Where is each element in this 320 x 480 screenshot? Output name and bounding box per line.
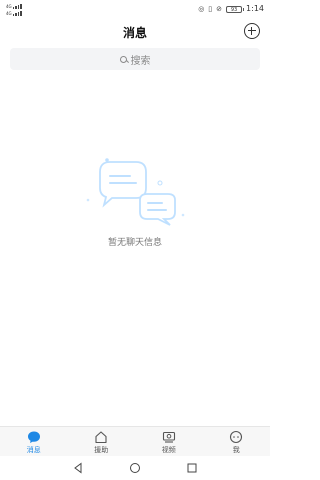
chat-bubble-icon bbox=[27, 431, 40, 443]
mute-icon: ⊘ bbox=[216, 5, 223, 13]
tab-label: 我 bbox=[232, 446, 240, 454]
tab-me[interactable]: 我 bbox=[203, 427, 271, 457]
sparkle bbox=[181, 213, 185, 217]
empty-state-message: 暂无聊天信息 bbox=[107, 238, 162, 248]
tab-label: 援助 bbox=[94, 446, 109, 454]
signal-bars-icon bbox=[12, 11, 22, 16]
header: 消息 bbox=[0, 20, 270, 46]
sparkle bbox=[157, 180, 163, 186]
home-button-icon[interactable] bbox=[129, 462, 141, 474]
signal-1: 4G bbox=[6, 3, 46, 9]
search-icon bbox=[119, 55, 127, 63]
tab-assistance[interactable]: 援助 bbox=[68, 427, 136, 457]
signal-2: 4G bbox=[6, 10, 46, 16]
status-time: 1:14 bbox=[246, 4, 264, 13]
sparkle bbox=[86, 198, 90, 202]
screen: 4G 4G ◎ ▯ ⊘ 93 1:14 消息 搜索 暂无聊天信息 消息 援助 视… bbox=[0, 0, 270, 480]
tab-messages[interactable]: 消息 bbox=[0, 427, 68, 457]
signal-group: 4G 4G bbox=[6, 3, 66, 17]
page-title: 消息 bbox=[122, 26, 147, 40]
empty-chat-illustration bbox=[86, 158, 185, 226]
status-right: ◎ ▯ ⊘ 93 1:14 bbox=[198, 3, 264, 15]
home-icon bbox=[95, 431, 107, 444]
recents-icon[interactable] bbox=[186, 462, 198, 474]
add-button[interactable] bbox=[244, 23, 260, 39]
tab-label: 消息 bbox=[26, 446, 41, 454]
tab-video[interactable]: 视频 bbox=[135, 427, 203, 457]
signal-2-label: 4G bbox=[6, 11, 12, 16]
signal-bars-icon bbox=[12, 4, 22, 9]
tab-label: 视频 bbox=[161, 446, 176, 454]
battery-icon: 93 bbox=[226, 5, 245, 13]
bottom-nav: 消息 援助 视频 我 bbox=[0, 426, 270, 457]
profile-icon bbox=[230, 430, 243, 444]
video-icon bbox=[162, 431, 175, 443]
vibrate-icon: ▯ bbox=[208, 5, 213, 13]
search-placeholder: 搜索 bbox=[130, 55, 151, 67]
search-input[interactable]: 搜索 bbox=[10, 48, 260, 70]
back-icon[interactable] bbox=[72, 462, 84, 474]
system-nav bbox=[0, 456, 270, 480]
status-bar: 4G 4G ◎ ▯ ⊘ 93 1:14 bbox=[0, 0, 270, 20]
nfc-icon: ◎ bbox=[198, 5, 205, 13]
signal-1-label: 4G bbox=[6, 4, 12, 9]
